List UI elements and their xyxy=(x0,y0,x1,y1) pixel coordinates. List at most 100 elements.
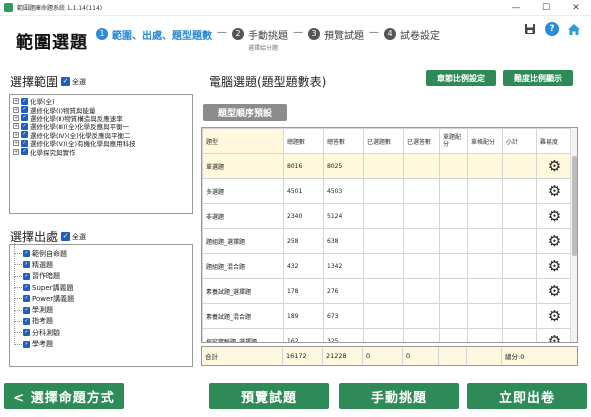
column-header[interactable]: 小計 xyxy=(502,128,537,154)
tree-item[interactable]: + ✓ 化學探究與實作 xyxy=(13,147,189,157)
source-item[interactable]: ✓ 範例自命題 xyxy=(14,243,188,259)
column-header[interactable]: 單格配分 xyxy=(467,128,503,154)
expand-icon[interactable]: + xyxy=(13,114,19,121)
range-select-all[interactable]: ✓ 全選 xyxy=(61,77,86,87)
checkbox-checked-icon[interactable]: ✓ xyxy=(61,77,71,86)
maximize-button[interactable]: ☐ xyxy=(531,0,561,16)
source-item[interactable]: ✓ Super講義題 xyxy=(14,277,188,293)
checkbox-checked-icon[interactable]: ✓ xyxy=(23,317,30,325)
column-header[interactable]: 已選題數 xyxy=(363,128,404,154)
gear-icon[interactable]: ⚙ xyxy=(536,203,573,229)
minimize-button[interactable]: — xyxy=(501,0,531,16)
checkbox-checked-icon[interactable]: ✓ xyxy=(21,131,28,139)
selected-questions-cell[interactable] xyxy=(363,328,404,342)
table-row[interactable]: 非選題 2340 5124 ⚙ xyxy=(202,203,573,229)
source-item[interactable]: ✓ 精選題 xyxy=(14,254,188,270)
column-header[interactable]: 總答數 xyxy=(323,128,364,154)
source-item[interactable]: ✓ 學考題 xyxy=(14,333,188,349)
source-item[interactable]: ✓ Power講義題 xyxy=(14,288,188,304)
gear-icon[interactable]: ⚙ xyxy=(536,278,573,304)
expand-icon[interactable]: + xyxy=(13,131,19,138)
question-score-cell[interactable] xyxy=(439,328,468,342)
checkbox-checked-icon[interactable]: ✓ xyxy=(21,114,28,122)
question-score-cell[interactable] xyxy=(439,303,468,329)
expand-icon[interactable]: + xyxy=(13,148,19,155)
checkbox-checked-icon[interactable]: ✓ xyxy=(61,232,71,241)
gear-icon[interactable]: ⚙ xyxy=(536,153,573,179)
checkbox-checked-icon[interactable]: ✓ xyxy=(23,340,30,348)
table-row[interactable]: 題組題_選擇題 258 638 ⚙ xyxy=(202,228,573,254)
selected-questions-cell[interactable] xyxy=(363,203,404,229)
checkbox-checked-icon[interactable]: ✓ xyxy=(21,106,28,114)
table-row[interactable]: 素養試題_選擇題 178 276 ⚙ xyxy=(202,278,573,304)
question-score-cell[interactable] xyxy=(439,278,468,304)
column-header[interactable]: 單題配分 xyxy=(439,128,468,154)
checkbox-checked-icon[interactable]: ✓ xyxy=(23,250,30,258)
question-score-cell[interactable] xyxy=(439,153,468,179)
selected-questions-cell[interactable] xyxy=(363,153,404,179)
table-row[interactable]: 素養試題_混合題 189 673 ⚙ xyxy=(202,303,573,329)
expand-icon[interactable]: + xyxy=(13,106,19,113)
gear-icon[interactable]: ⚙ xyxy=(536,178,573,204)
selected-questions-cell[interactable] xyxy=(363,278,404,304)
table-row[interactable]: 探究實驗題_選擇題 162 325 ⚙ xyxy=(202,328,573,342)
close-button[interactable]: ✕ xyxy=(561,0,591,16)
selected-questions-cell[interactable] xyxy=(363,253,404,279)
scrollbar-thumb[interactable] xyxy=(572,156,577,256)
difficulty-ratio-button[interactable]: 難度比例顯示 xyxy=(503,70,573,86)
column-header[interactable]: 難易度 xyxy=(536,128,573,154)
table-row[interactable]: 題組題_混合題 432 1342 ⚙ xyxy=(202,253,573,279)
selected-questions-cell[interactable] xyxy=(363,228,404,254)
table-row[interactable]: 多選題 4501 4503 ⚙ xyxy=(202,178,573,204)
answer-score-cell[interactable] xyxy=(467,303,503,329)
source-item[interactable]: ✓ 習作暗題 xyxy=(14,265,188,282)
checkbox-checked-icon[interactable]: ✓ xyxy=(23,272,30,280)
gear-icon[interactable]: ⚙ xyxy=(536,303,573,329)
source-item[interactable]: ✓ 指考題 xyxy=(14,310,188,327)
question-score-cell[interactable] xyxy=(439,228,468,254)
save-icon[interactable] xyxy=(523,22,537,36)
source-item[interactable]: ✓ 學測題 xyxy=(14,299,188,315)
column-header[interactable]: 已選答數 xyxy=(403,128,440,154)
checkbox-checked-icon[interactable]: ✓ xyxy=(21,148,28,156)
back-to-method-button[interactable]: < 選擇命題方式 xyxy=(4,383,124,409)
help-icon[interactable]: ? xyxy=(545,22,559,36)
manual-pick-button[interactable]: 手動挑題 xyxy=(339,383,459,409)
answer-score-cell[interactable] xyxy=(467,253,503,279)
column-header[interactable]: 總題數 xyxy=(283,128,324,154)
home-icon[interactable] xyxy=(567,22,581,36)
checkbox-checked-icon[interactable]: ✓ xyxy=(21,97,28,105)
question-score-cell[interactable] xyxy=(439,178,468,204)
checkbox-checked-icon[interactable]: ✓ xyxy=(21,122,28,130)
table-row[interactable]: 單選題 8016 8025 ⚙ xyxy=(202,153,573,179)
checkbox-checked-icon[interactable]: ✓ xyxy=(21,139,28,147)
answer-score-cell[interactable] xyxy=(467,228,503,254)
answer-score-cell[interactable] xyxy=(467,153,503,179)
table-scrollbar[interactable] xyxy=(570,128,577,342)
chapter-ratio-button[interactable]: 章節比例設定 xyxy=(426,70,496,86)
expand-icon[interactable]: + xyxy=(13,123,19,130)
gear-icon[interactable]: ⚙ xyxy=(536,328,573,342)
source-item[interactable]: ✓ 分科測驗 xyxy=(14,322,188,338)
checkbox-checked-icon[interactable]: ✓ xyxy=(23,306,30,314)
checkbox-checked-icon[interactable]: ✓ xyxy=(23,284,30,292)
answer-score-cell[interactable] xyxy=(467,328,503,342)
checkbox-checked-icon[interactable]: ✓ xyxy=(23,261,30,269)
answer-score-cell[interactable] xyxy=(467,203,503,229)
expand-icon[interactable]: + xyxy=(13,140,19,147)
type-order-default-button[interactable]: 題型順序預設 xyxy=(203,104,287,121)
question-score-cell[interactable] xyxy=(439,253,468,279)
gear-icon[interactable]: ⚙ xyxy=(536,253,573,279)
selected-questions-cell[interactable] xyxy=(363,303,404,329)
preview-questions-button[interactable]: 預覽試題 xyxy=(209,383,329,409)
column-header[interactable]: 題型 xyxy=(202,128,284,154)
expand-icon[interactable]: + xyxy=(13,98,19,105)
source-select-all[interactable]: ✓ 全選 xyxy=(61,232,86,242)
answer-score-cell[interactable] xyxy=(467,278,503,304)
question-score-cell[interactable] xyxy=(439,203,468,229)
checkbox-checked-icon[interactable]: ✓ xyxy=(23,295,30,303)
gear-icon[interactable]: ⚙ xyxy=(536,228,573,254)
generate-paper-button[interactable]: 立即出卷 xyxy=(467,383,587,409)
answer-score-cell[interactable] xyxy=(467,178,503,204)
checkbox-checked-icon[interactable]: ✓ xyxy=(23,329,30,337)
